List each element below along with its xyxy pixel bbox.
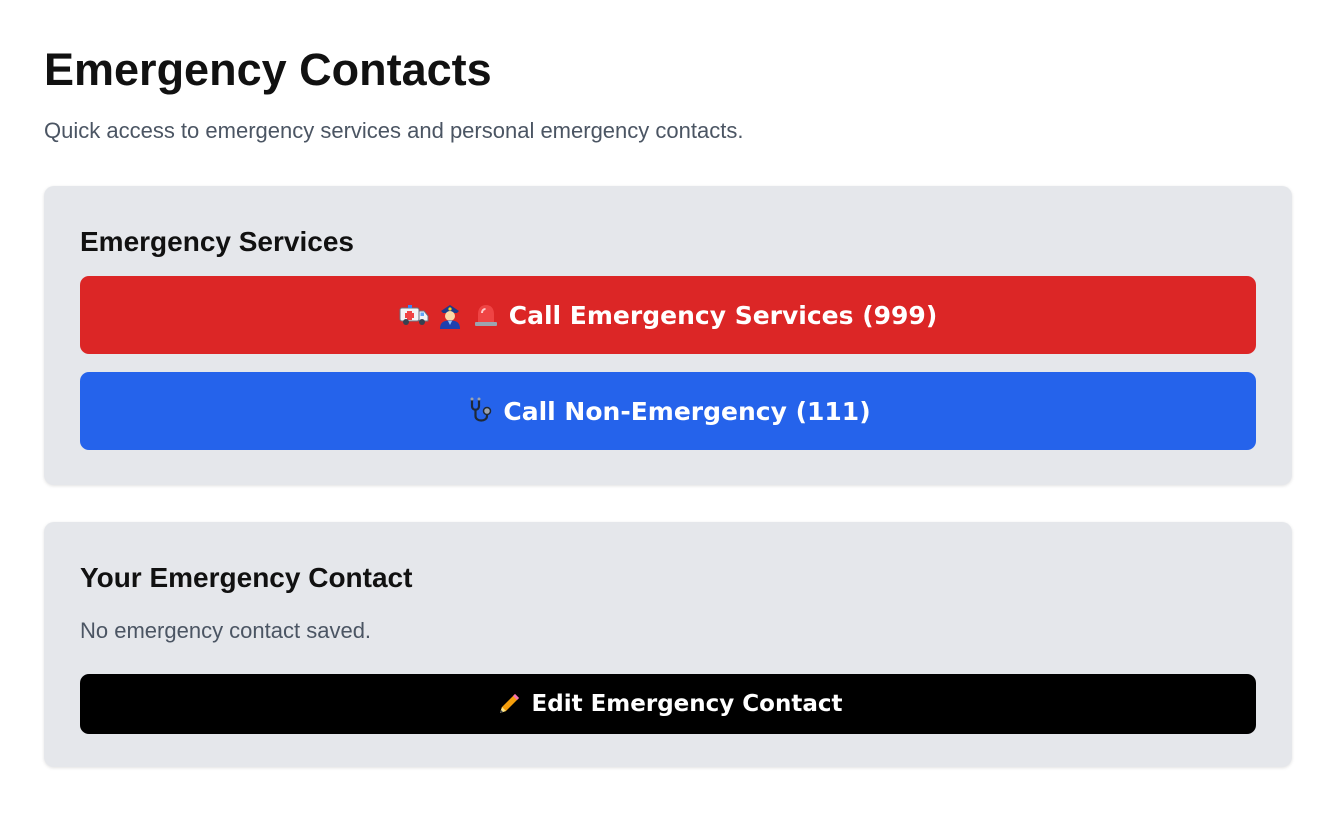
- stethoscope-icon: [465, 396, 495, 426]
- emergency-icons: [399, 300, 501, 330]
- emergency-contacts-page: Emergency Contacts Quick access to emerg…: [0, 0, 1334, 767]
- your-emergency-contact-title: Your Emergency Contact: [80, 562, 413, 593]
- page-subtitle: Quick access to emergency services and p…: [44, 118, 744, 143]
- ambulance-icon: [399, 300, 429, 330]
- call-non-emergency-button[interactable]: Call Non-Emergency (111): [80, 372, 1256, 450]
- pencil-icon: [494, 689, 524, 719]
- your-emergency-contact-card: Your Emergency Contact No emergency cont…: [44, 522, 1292, 767]
- edit-emergency-contact-label: Edit Emergency Contact: [531, 691, 843, 717]
- page-title: Emergency Contacts: [44, 44, 492, 95]
- call-non-emergency-label: Call Non-Emergency (111): [503, 396, 871, 426]
- police-officer-icon: [435, 300, 465, 330]
- edit-icons: [494, 689, 524, 719]
- edit-emergency-contact-button[interactable]: Edit Emergency Contact: [80, 674, 1256, 734]
- emergency-services-title: Emergency Services: [80, 226, 354, 257]
- contact-status-text: No emergency contact saved.: [80, 618, 372, 643]
- non-emergency-icons: [465, 396, 495, 426]
- siren-icon: [471, 300, 501, 330]
- call-emergency-services-button[interactable]: Call Emergency Services (999): [80, 276, 1256, 354]
- call-emergency-services-label: Call Emergency Services (999): [508, 300, 938, 330]
- emergency-services-card: Emergency Services Call Emergency Servic…: [44, 186, 1292, 485]
